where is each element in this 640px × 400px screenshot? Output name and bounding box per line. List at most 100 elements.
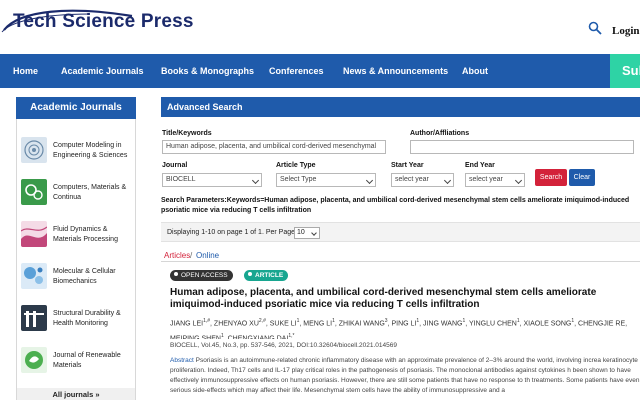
journal-name: Computer Modeling in Engineering & Scien…	[53, 142, 128, 159]
journal-name: Structural Durability & Health Monitorin…	[53, 310, 121, 327]
tab-articles[interactable]: Articles	[164, 251, 190, 260]
sidebar-journal[interactable]: Molecular & Cellular Biomechanics	[21, 263, 135, 295]
article-abstract: Abstract Psoriasis is an autoimmune-rela…	[170, 356, 640, 400]
author-affiliation-mark: 1	[296, 318, 300, 324]
main-nav: Home Academic Journals Books & Monograph…	[0, 54, 640, 88]
journal-cover-icon	[21, 305, 47, 331]
journal-cover-icon	[21, 263, 47, 289]
author-affiliation-mark: 1	[416, 318, 420, 324]
sidebar-journal[interactable]: Computer Modeling in Engineering & Scien…	[21, 137, 135, 169]
article-type-label: Article Type	[276, 162, 316, 169]
login-link[interactable]: Login	[612, 25, 640, 37]
title-keywords-input[interactable]: Human adipose, placenta, and umbilical c…	[162, 140, 386, 154]
tech-science-press-logo[interactable]: Tech Science Press	[0, 0, 200, 50]
sidebar-journal[interactable]: Journal of Renewable Materials	[21, 347, 135, 379]
journal-cover-icon	[21, 221, 47, 247]
submit-button[interactable]: Sul	[610, 54, 640, 88]
abstract-label[interactable]: Abstract	[170, 357, 194, 364]
dot-icon	[174, 272, 178, 276]
open-access-label: OPEN ACCESS	[181, 272, 228, 279]
all-journals-link[interactable]: All journals »	[17, 388, 135, 400]
author-link[interactable]: YINGLU CHEN	[469, 320, 517, 327]
end-year-select-value: select year	[469, 176, 503, 183]
article-authors: JIANG LEI1,#, ZHENYAO XU2,#, SUKE LI1, M…	[170, 315, 640, 339]
author-link[interactable]: ZHENYAO XU	[214, 320, 259, 327]
sidebar-title: Academic Journals	[16, 97, 136, 119]
tab-divider	[161, 261, 640, 262]
author-link[interactable]: PING LI	[391, 320, 416, 327]
per-page-value: 10	[297, 229, 305, 236]
journal-cover-icon	[21, 347, 47, 373]
author-affiliation-mark: 1	[571, 318, 575, 324]
author-link[interactable]: SUKE LI	[270, 320, 297, 327]
journals-sidebar: Academic Journals Computer Modeling in E…	[16, 97, 136, 400]
author-affiliation-mark: 1	[516, 318, 520, 324]
author-link[interactable]: CHENGXIANG DAI	[228, 336, 289, 339]
article-type-badge: ARTICLE	[244, 270, 289, 281]
results-count: Displaying 1-10 on page 1 of 1. Per Page	[167, 229, 296, 236]
article-title[interactable]: Human adipose, placenta, and umbilical c…	[170, 287, 640, 310]
end-year-label: End Year	[465, 162, 495, 169]
sidebar-journal[interactable]: Fluid Dynamics & Materials Processing	[21, 221, 135, 253]
nav-conferences[interactable]: Conferences	[269, 66, 324, 76]
journal-select[interactable]: BIOCELL	[162, 173, 262, 187]
article-type-select-value: Select Type	[280, 176, 317, 183]
clear-button[interactable]: Clear	[569, 169, 595, 186]
per-page-select[interactable]: 10	[294, 227, 320, 239]
author-affiliation-mark: 1	[462, 318, 466, 324]
author-link[interactable]: MEIPING SHEN	[170, 336, 221, 339]
author-link[interactable]: ZHIKAI WANG	[339, 320, 385, 327]
nav-about[interactable]: About	[462, 66, 488, 76]
logo-text: Tech Science Press	[13, 11, 194, 32]
chevron-down-icon	[251, 176, 260, 185]
submit-label: Sul	[622, 63, 640, 78]
chevron-down-icon	[443, 176, 452, 185]
author-affiliations-label: Author/Affliations	[410, 130, 470, 137]
article-type-badge-label: ARTICLE	[255, 272, 284, 279]
end-year-select[interactable]: select year	[465, 173, 525, 187]
author-link[interactable]: XIAOLE SONG	[524, 320, 572, 327]
search-icon[interactable]	[588, 21, 602, 35]
author-affiliations-input[interactable]	[410, 140, 634, 154]
tab-online[interactable]: Online	[196, 251, 219, 260]
author-affiliation-mark: 1,*	[288, 333, 295, 339]
author-affiliation-mark: 1	[220, 333, 224, 339]
tab-separator: /	[190, 251, 193, 260]
journal-cover-icon	[21, 137, 47, 163]
search-button[interactable]: Search	[535, 169, 567, 186]
author-affiliation-mark: 1	[332, 318, 335, 324]
start-year-select-value: select year	[395, 176, 429, 183]
author-affiliation-mark: 3	[384, 318, 388, 324]
nav-news-announcements[interactable]: News & Announcements	[343, 66, 448, 76]
open-access-badge: OPEN ACCESS	[170, 270, 233, 281]
author-affiliation-mark: 1,#	[203, 318, 211, 324]
author-affiliation-mark: 2,#	[258, 318, 266, 324]
journal-name: Molecular & Cellular Biomechanics	[53, 268, 116, 285]
chevron-down-icon	[514, 176, 523, 185]
chevron-down-icon	[311, 230, 317, 236]
nav-home[interactable]: Home	[13, 66, 38, 76]
author-link[interactable]: CHENGJIE RE	[578, 320, 625, 327]
start-year-label: Start Year	[391, 162, 424, 169]
journal-select-value: BIOCELL	[166, 176, 196, 183]
chevron-down-icon	[365, 176, 374, 185]
start-year-select[interactable]: select year	[391, 173, 454, 187]
author-link[interactable]: MENG LI	[303, 320, 332, 327]
sidebar-journal[interactable]: Structural Durability & Health Monitorin…	[21, 305, 135, 337]
journal-name: Journal of Renewable Materials	[53, 352, 121, 369]
article-type-select[interactable]: Select Type	[276, 173, 376, 187]
results-bar: Displaying 1-10 on page 1 of 1. Per Page…	[161, 222, 640, 242]
nav-academic-journals[interactable]: Academic Journals	[61, 66, 144, 76]
article-meta: BIOCELL, Vol.45, No.3, pp. 537-546, 2021…	[170, 342, 397, 349]
author-link[interactable]: JIANG LEI	[170, 320, 203, 327]
abstract-text: Psoriasis is an autoimmune-related chron…	[170, 357, 640, 394]
search-parameters: Search Parameters:Keywords=Human adipose…	[161, 197, 630, 214]
journal-name: Computers, Materials & Continua	[53, 184, 127, 201]
dot-icon	[248, 272, 252, 276]
journal-label: Journal	[162, 162, 188, 169]
sidebar-journal[interactable]: Computers, Materials & Continua	[21, 179, 135, 211]
nav-books-monographs[interactable]: Books & Monographs	[161, 66, 254, 76]
journal-cover-icon	[21, 179, 47, 205]
title-keywords-label: Title/Keywords	[162, 130, 212, 137]
author-link[interactable]: JING WANG	[423, 320, 462, 327]
